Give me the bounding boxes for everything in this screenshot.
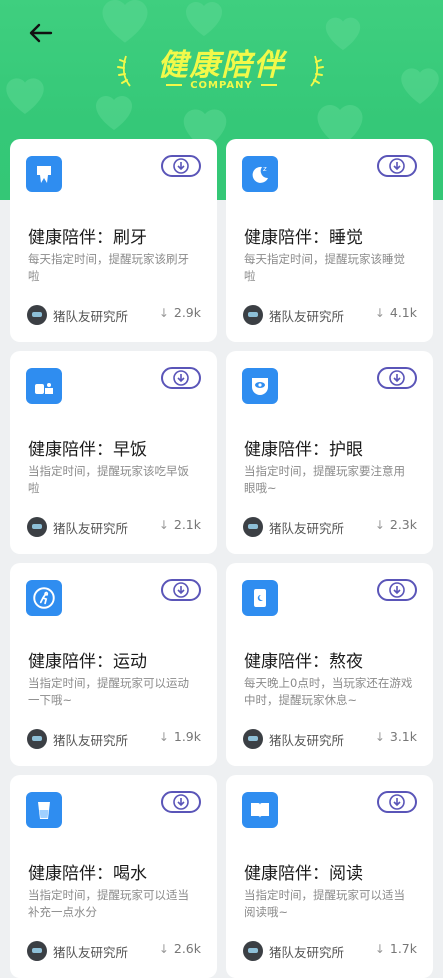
plugin-card[interactable]: z 健康陪伴：睡觉 每天指定时间，提醒玩家该睡觉啦 猪队友研究所 ↓ 4.1k xyxy=(226,139,433,342)
download-circle-icon xyxy=(389,158,405,174)
download-button[interactable] xyxy=(377,367,417,389)
plugin-card[interactable]: 健康陪伴：喝水 当指定时间，提醒玩家可以适当补充一点水分 猪队友研究所 ↓ 2.… xyxy=(10,775,217,978)
author-name: 猪队友研究所 xyxy=(269,732,345,748)
heart-decoration-icon xyxy=(96,96,132,130)
author: 猪队友研究所 xyxy=(243,941,344,961)
download-count: ↓ 1.9k xyxy=(158,729,201,744)
download-circle-icon xyxy=(173,370,189,386)
download-count: ↓ 3.1k xyxy=(374,729,417,744)
svg-text:z: z xyxy=(263,165,267,173)
card-description: 当指定时间，提醒玩家可以适当补充一点水分 xyxy=(28,888,189,919)
plugin-card[interactable]: 健康陪伴：护眼 当指定时间，提醒玩家要注意用眼哦~ 猪队友研究所 ↓ 2.3k xyxy=(226,351,433,554)
page-title: 健康陪伴 xyxy=(157,48,286,83)
avatar xyxy=(27,517,47,537)
card-description: 每天晚上0点时，当玩家还在游戏中时，提醒玩家休息~ xyxy=(244,676,413,707)
card-description: 当指定时间，提醒玩家可以运动一下哦~ xyxy=(28,676,189,707)
eye-shield-icon xyxy=(242,368,278,404)
author-name: 猪队友研究所 xyxy=(269,944,345,960)
arrow-down-icon: ↓ xyxy=(158,517,169,532)
arrow-down-icon: ↓ xyxy=(158,729,169,744)
avatar xyxy=(27,941,47,961)
author-name: 猪队友研究所 xyxy=(53,732,129,748)
arrow-down-icon: ↓ xyxy=(374,517,385,532)
author-name: 猪队友研究所 xyxy=(53,520,129,536)
download-count: ↓ 2.9k xyxy=(158,305,201,320)
card-title: 健康陪伴：阅读 xyxy=(244,864,363,884)
author: 猪队友研究所 xyxy=(243,305,344,325)
avatar xyxy=(27,305,47,325)
author-name: 猪队友研究所 xyxy=(53,944,129,960)
plugin-card[interactable]: 健康陪伴：早饭 当指定时间，提醒玩家该吃早饭啦 猪队友研究所 ↓ 2.1k xyxy=(10,351,217,554)
water-glass-icon xyxy=(26,792,62,828)
download-count: ↓ 2.6k xyxy=(158,941,201,956)
book-icon xyxy=(242,792,278,828)
card-title: 健康陪伴：熬夜 xyxy=(244,652,363,672)
heart-decoration-icon xyxy=(186,1,222,36)
author: 猪队友研究所 xyxy=(27,517,128,537)
author-name: 猪队友研究所 xyxy=(53,308,129,324)
card-description: 当指定时间，提醒玩家可以适当阅读哦~ xyxy=(244,888,405,919)
download-button[interactable] xyxy=(161,155,201,177)
plugin-card[interactable]: 健康陪伴：阅读 当指定时间，提醒玩家可以适当阅读哦~ 猪队友研究所 ↓ 1.7k xyxy=(226,775,433,978)
download-count: ↓ 4.1k xyxy=(374,305,417,320)
card-title: 健康陪伴：刷牙 xyxy=(28,228,147,248)
plugin-card[interactable]: 健康陪伴：运动 当指定时间，提醒玩家可以运动一下哦~ 猪队友研究所 ↓ 1.9k xyxy=(10,563,217,766)
avatar xyxy=(243,941,263,961)
breakfast-icon xyxy=(26,368,62,404)
card-description: 每天指定时间，提醒玩家该刷牙啦 xyxy=(28,252,189,283)
download-button[interactable] xyxy=(161,367,201,389)
download-button[interactable] xyxy=(377,791,417,813)
download-circle-icon xyxy=(389,370,405,386)
download-count: ↓ 1.7k xyxy=(374,941,417,956)
download-button[interactable] xyxy=(377,579,417,601)
download-button[interactable] xyxy=(161,791,201,813)
card-description: 当指定时间，提醒玩家要注意用眼哦~ xyxy=(244,464,405,495)
author: 猪队友研究所 xyxy=(243,729,344,749)
arrow-down-icon: ↓ xyxy=(374,941,385,956)
author-name: 猪队友研究所 xyxy=(269,520,345,536)
download-circle-icon xyxy=(173,158,189,174)
arrow-down-icon: ↓ xyxy=(158,305,169,320)
avatar xyxy=(243,517,263,537)
card-title: 健康陪伴：早饭 xyxy=(28,440,147,460)
download-count: ↓ 2.1k xyxy=(158,517,201,532)
card-grid: 健康陪伴：刷牙 每天指定时间，提醒玩家该刷牙啦 猪队友研究所 ↓ 2.9k z … xyxy=(10,139,433,978)
author: 猪队友研究所 xyxy=(243,517,344,537)
download-circle-icon xyxy=(389,794,405,810)
author-name: 猪队友研究所 xyxy=(269,308,345,324)
page-subtitle: COMPANY xyxy=(0,80,443,91)
author: 猪队友研究所 xyxy=(27,729,128,749)
author: 猪队友研究所 xyxy=(27,941,128,961)
download-circle-icon xyxy=(173,582,189,598)
avatar xyxy=(243,729,263,749)
tooth-icon xyxy=(26,156,62,192)
arrow-down-icon: ↓ xyxy=(374,305,385,320)
running-icon xyxy=(26,580,62,616)
download-count: ↓ 2.3k xyxy=(374,517,417,532)
arrow-down-icon: ↓ xyxy=(158,941,169,956)
card-title: 健康陪伴：护眼 xyxy=(244,440,363,460)
download-circle-icon xyxy=(389,582,405,598)
download-button[interactable] xyxy=(161,579,201,601)
plugin-card[interactable]: 健康陪伴：刷牙 每天指定时间，提醒玩家该刷牙啦 猪队友研究所 ↓ 2.9k xyxy=(10,139,217,342)
moon-sleep-icon: z xyxy=(242,156,278,192)
heart-decoration-icon xyxy=(102,0,148,43)
phone-night-icon xyxy=(242,580,278,616)
avatar xyxy=(243,305,263,325)
plugin-card[interactable]: 健康陪伴：熬夜 每天晚上0点时，当玩家还在游戏中时，提醒玩家休息~ 猪队友研究所… xyxy=(226,563,433,766)
download-button[interactable] xyxy=(377,155,417,177)
card-title: 健康陪伴：运动 xyxy=(28,652,147,672)
arrow-down-icon: ↓ xyxy=(374,729,385,744)
download-circle-icon xyxy=(173,794,189,810)
card-description: 每天指定时间，提醒玩家该睡觉啦 xyxy=(244,252,405,283)
card-description: 当指定时间，提醒玩家该吃早饭啦 xyxy=(28,464,189,495)
card-title: 健康陪伴：睡觉 xyxy=(244,228,363,248)
avatar xyxy=(27,729,47,749)
card-title: 健康陪伴：喝水 xyxy=(28,864,147,884)
author: 猪队友研究所 xyxy=(27,305,128,325)
